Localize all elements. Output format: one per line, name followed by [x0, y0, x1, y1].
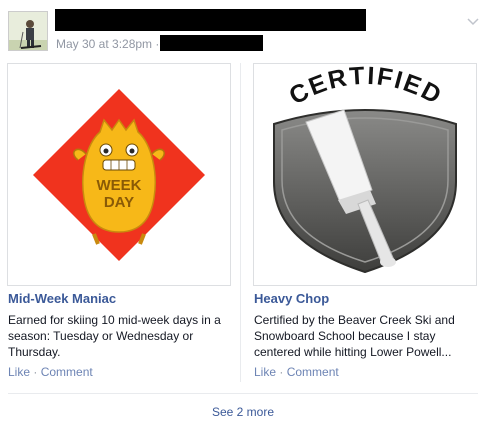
achievement-card-heavy-chop: CERTIFIED Heavy Chop Certified by the Be… — [253, 63, 477, 382]
card-divider — [240, 63, 241, 382]
badge-text-day: DAY — [104, 194, 134, 211]
achievement-card-mid-week-maniac: WEEK DAY Mid-Week Maniac Earned for skii… — [7, 63, 231, 382]
chevron-down-icon[interactable] — [466, 13, 480, 26]
redacted-audience — [160, 35, 263, 51]
like-link[interactable]: Like — [8, 365, 30, 379]
achievement-description: Earned for skiing 10 mid-week days in a … — [8, 313, 221, 359]
heavy-chop-badge[interactable]: CERTIFIED — [253, 63, 477, 286]
badge-text-week: WEEK — [97, 177, 142, 194]
certified-arc-text: CERTIFIED — [285, 64, 448, 111]
skier-photo — [9, 12, 47, 50]
comment-link[interactable]: Comment — [41, 365, 93, 379]
redacted-author-name — [55, 9, 366, 31]
footer-divider — [8, 393, 478, 394]
card-actions: Like · Comment — [254, 365, 339, 379]
mid-week-maniac-badge[interactable]: WEEK DAY — [7, 63, 231, 286]
post-timestamp[interactable]: May 30 at 3:28pm · — [56, 37, 159, 51]
separator-dot: · — [279, 365, 287, 379]
like-link[interactable]: Like — [254, 365, 276, 379]
separator-dot: · — [33, 365, 41, 379]
achievement-description: Certified by the Beaver Creek Ski and Sn… — [254, 313, 455, 359]
see-more-link[interactable]: See 2 more — [0, 405, 486, 419]
achievement-title[interactable]: Heavy Chop — [254, 291, 329, 307]
comment-link[interactable]: Comment — [287, 365, 339, 379]
profile-avatar[interactable] — [8, 11, 48, 51]
achievement-title[interactable]: Mid-Week Maniac — [8, 291, 116, 307]
card-actions: Like · Comment — [8, 365, 93, 379]
